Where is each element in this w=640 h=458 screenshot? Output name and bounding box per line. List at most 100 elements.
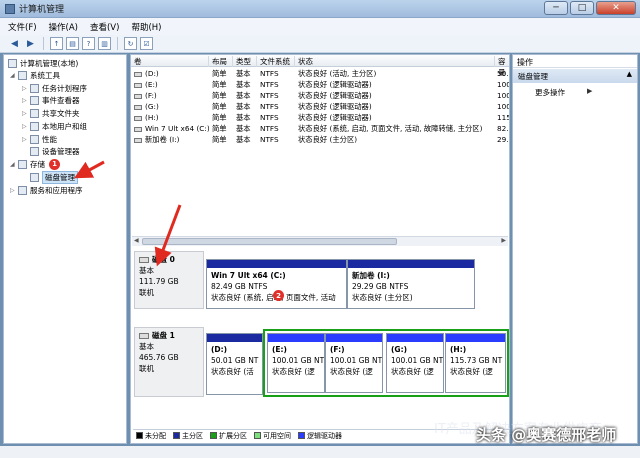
partition-h[interactable]: (H:) 115.73 GB NT 状态良好 (逻 [445,333,506,393]
collapse-up-icon[interactable]: ▲ [627,70,632,78]
volume-row[interactable]: Win 7 Ult x64 (C:) 简单 基本 NTFS 状态良好 (系统, 启动, … [131,124,509,135]
volume-cell: 状态良好 (逻辑驱动器) [298,80,372,89]
disk-management-pane: 卷 布局 类型 文件系统 状态 容量 (D:) 简单 基本 NTFS 状态良好 (活动,… [130,54,510,444]
volume-icon [134,71,142,77]
tree-task-scheduler[interactable]: ▷ 任务计划程序 [22,82,87,94]
maximize-button[interactable]: □ [570,1,594,15]
tools-icon [18,70,27,80]
computer-icon [8,58,17,68]
expand-arrow-icon[interactable]: ▷ [22,136,30,143]
tree-device-manager[interactable]: 设备管理器 [30,145,80,157]
storage-icon [18,159,27,169]
menu-file[interactable]: 文件(F) [8,21,37,33]
volume-row[interactable]: (E:)简单基本 NTFS 状态良好 (逻辑驱动器) 100. [131,80,509,91]
expand-arrow-icon[interactable]: ▷ [22,97,30,104]
volume-row[interactable]: (D:)简单基本 NTFS 状态良好 (活动, 主分区) 50.0 [131,69,509,80]
back-arrow-icon[interactable]: ◀ [8,37,21,50]
tree-storage[interactable]: ◢ 存储 1 [10,158,60,170]
partition-c[interactable]: Win 7 Ult x64 (C:) 82.49 GB NTFS 状态良好 (系… [206,259,347,309]
volume-icon [134,104,142,110]
tree-performance[interactable]: ▷ 性能 [22,133,57,145]
tree-system-tools[interactable]: ◢ 系统工具 [10,69,60,81]
tree-services-apps[interactable]: ▷ 服务和应用程序 [10,184,83,196]
disk-1-label[interactable]: 磁盘 1 基本 465.76 GB 联机 [134,327,204,397]
collapse-arrow-icon[interactable]: ◢ [10,161,18,168]
volume-cell: 简单 [212,69,227,78]
partition-i[interactable]: 新加卷 (I:) 29.29 GB NTFS 状态良好 (主分区) [347,259,475,309]
volume-cell: 简单 [212,102,227,111]
refresh-icon[interactable]: ↻ [124,37,137,50]
device-manager-icon [30,146,39,156]
show-hide-tree-icon[interactable]: ▤ [66,37,79,50]
volume-list-header: 卷 布局 类型 文件系统 状态 容量 [131,55,509,77]
volume-cell: 状态良好 (逻辑驱动器) [298,91,372,100]
close-button[interactable]: ✕ [596,1,636,15]
volume-cell: 状态良好 (系统, 启动, 页面文件, 活动, 故障转储, 主分区) [298,124,483,133]
actions-pane: 操作 磁盘管理 ▲ 更多操作 ▶ [512,54,638,444]
volume-icon [134,93,142,99]
legend-extended: 扩展分区 [210,431,247,441]
disk-0-label[interactable]: 磁盘 0 基本 111.79 GB 联机 [134,251,204,309]
horizontal-scrollbar[interactable]: ◀ ▶ [132,236,508,246]
logical-drive-bar [268,334,324,342]
partition-e[interactable]: (E:) 100.01 GB NT 状态良好 (逻 [267,333,325,393]
volume-cell: 82.4 [497,124,509,133]
expand-arrow-icon[interactable]: ▷ [22,123,30,130]
primary-partition-bar [207,334,262,342]
volume-row[interactable]: (G:)简单基本 NTFS 状态良好 (逻辑驱动器) 100. [131,102,509,113]
col-capacity[interactable]: 容量 [495,56,509,77]
performance-icon [30,134,39,144]
export-list-icon[interactable]: ☑ [140,37,153,50]
menu-help[interactable]: 帮助(H) [131,21,161,33]
properties-icon[interactable]: ▥ [98,37,111,50]
logical-drive-bar [326,334,382,342]
volume-cell: 基本 [236,102,251,111]
annotation-badge-1: 1 [49,158,60,170]
services-icon [18,185,27,195]
tree-event-viewer[interactable]: ▷ 事件查看器 [22,94,80,106]
expand-arrow-icon[interactable]: ▷ [22,85,30,92]
volume-name-cell: (H:) [134,113,209,122]
expand-arrow-icon[interactable]: ▷ [10,187,18,194]
volume-row[interactable]: 新加卷 (I:)简单基本 NTFS 状态良好 (主分区) 29.2 [131,135,509,146]
tree-shared-folders[interactable]: ▷ 共享文件夹 [22,107,80,119]
tree-root[interactable]: 计算机管理(本地) [8,57,78,69]
collapse-arrow-icon[interactable]: ◢ [10,72,18,79]
volume-name-cell: (E:) [134,80,209,89]
volume-cell: 基本 [236,80,251,89]
col-layout[interactable]: 布局 [209,56,233,67]
menu-action[interactable]: 操作(A) [49,21,78,33]
scroll-right-icon[interactable]: ▶ [501,237,506,244]
volume-cell: 简单 [212,80,227,89]
actions-disk-management[interactable]: 磁盘管理 ▲ [513,69,637,83]
tree-local-users[interactable]: ▷ 本地用户和组 [22,120,87,132]
navigation-tree: 计算机管理(本地) ◢ 系统工具 ▷ 任务计划程序 ▷ 事件查看器 ▷ 共享文件… [3,54,127,444]
volume-cell: 100. [497,80,509,89]
partition-g[interactable]: (G:) 100.01 GB NT 状态良好 (逻 [386,333,444,393]
col-volume[interactable]: 卷 [131,56,209,67]
tree-disk-management[interactable]: 磁盘管理 [30,170,78,184]
col-status[interactable]: 状态 [295,56,495,67]
expand-arrow-icon[interactable]: ▷ [22,110,30,117]
disk-icon [139,257,149,263]
volume-cell: 100. [497,102,509,111]
legend-free-space: 可用空间 [254,431,291,441]
annotation-badge-2: 2 [273,290,284,301]
col-filesystem[interactable]: 文件系统 [257,56,295,67]
volume-cell: 简单 [212,113,227,122]
scrollbar-thumb[interactable] [142,238,397,245]
menu-view[interactable]: 查看(V) [90,21,119,33]
logical-drive-bar [387,334,443,342]
volume-row[interactable]: (F:)简单基本 NTFS 状态良好 (逻辑驱动器) 100. [131,91,509,102]
volume-cell: NTFS [260,69,279,78]
more-actions-link[interactable]: 更多操作 ▶ [535,87,592,98]
scroll-left-icon[interactable]: ◀ [134,237,139,244]
forward-arrow-icon[interactable]: ▶ [24,37,37,50]
partition-f[interactable]: (F:) 100.01 GB NT 状态良好 (逻 [325,333,383,393]
up-folder-icon[interactable]: ↑ [50,37,63,50]
col-type[interactable]: 类型 [233,56,257,67]
volume-row[interactable]: (H:) 简单 基本 NTFS 状态良好 (逻辑驱动器) 115 [131,113,509,124]
help-icon[interactable]: ? [82,37,95,50]
partition-d[interactable]: (D:) 50.01 GB NT 状态良好 (活 [206,333,263,395]
minimize-button[interactable]: ─ [544,1,568,15]
